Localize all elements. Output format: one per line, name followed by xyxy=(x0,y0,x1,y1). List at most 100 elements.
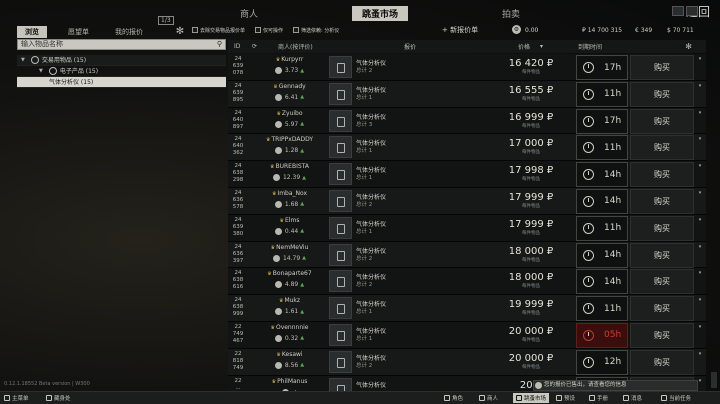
seller-cell[interactable]: ♛Ovennnnie 0.32 ▲ xyxy=(252,322,327,348)
bottom-nav-tasks[interactable]: 当前任务 xyxy=(661,394,691,402)
expand-arrow-icon[interactable]: ▼ xyxy=(39,66,43,77)
seller-cell[interactable]: ♛BUREBISTA 12.39 ▲ xyxy=(252,161,327,187)
seller-rating: 14.79 xyxy=(282,254,301,262)
item-thumbnail[interactable] xyxy=(329,297,352,320)
buy-button[interactable]: 购买 xyxy=(630,108,694,134)
checkbox[interactable] xyxy=(192,27,198,33)
item-thumbnail[interactable] xyxy=(329,163,352,186)
col-id[interactable]: ID xyxy=(234,43,240,50)
tab-traders[interactable]: 商人 xyxy=(230,6,268,21)
settings-gear-icon[interactable]: ✻ xyxy=(174,26,186,38)
row-expand-icon[interactable]: ▾ xyxy=(695,270,705,280)
list-view-icon[interactable] xyxy=(686,6,698,16)
bottom-nav-messages[interactable]: 消息 xyxy=(623,394,642,402)
rating-up-icon: ▲ xyxy=(300,67,305,74)
row-expand-icon[interactable]: ▾ xyxy=(695,351,705,361)
buy-button[interactable]: 购买 xyxy=(630,242,694,268)
seller-cell[interactable]: ♛Zyuibo 5.97 ▲ xyxy=(252,108,327,134)
row-expand-icon[interactable]: ▾ xyxy=(695,83,705,93)
row-expand-icon[interactable]: ▾ xyxy=(695,297,705,307)
search-icon[interactable]: ⚲ xyxy=(217,40,222,49)
bottom-nav-traders[interactable]: 商人 xyxy=(479,394,498,402)
currency-sort-icon[interactable]: ⟳ xyxy=(252,43,257,50)
tree-item-gas-analyzer[interactable]: 气体分析仪 (15) xyxy=(17,77,226,88)
item-thumbnail[interactable] xyxy=(329,323,352,346)
row-expand-icon[interactable]: ▾ xyxy=(695,56,705,66)
bottom-nav-character[interactable]: 角色 xyxy=(444,394,463,402)
price-per-item: 每件物品 xyxy=(522,177,540,183)
bottom-nav-menu[interactable]: 主菜单 xyxy=(4,394,29,402)
rating-icon xyxy=(274,120,282,128)
row-expand-icon[interactable]: ▾ xyxy=(695,217,705,227)
tab-auction[interactable]: 拍卖 xyxy=(492,6,530,21)
buy-button[interactable]: 购买 xyxy=(630,296,694,322)
notification-toast[interactable]: 您的报价已售出，请查看您的信息 xyxy=(533,380,698,391)
row-expand-icon[interactable]: ▾ xyxy=(695,163,705,173)
buy-button[interactable]: 购买 xyxy=(630,269,694,295)
item-thumbnail[interactable] xyxy=(329,82,352,105)
seller-cell[interactable]: ♛Kurpyrr 3.73 ▲ xyxy=(252,54,327,80)
filter-actionable-only[interactable]: 仅可操作 xyxy=(255,27,283,34)
seller-cell[interactable]: ♛Kesawi 8.56 ▲ xyxy=(252,349,327,375)
subtab-browse[interactable]: 浏览 xyxy=(17,26,47,38)
row-expand-icon[interactable]: ▾ xyxy=(695,190,705,200)
seller-cell[interactable]: ♛Imba_Nox 1.68 ▲ xyxy=(252,188,327,214)
seller-name: Kesawi xyxy=(281,350,303,358)
bottom-nav-presets[interactable]: 预设 xyxy=(556,394,575,402)
buy-button[interactable]: 购买 xyxy=(630,322,694,348)
buy-button[interactable]: 购买 xyxy=(630,349,694,375)
item-thumbnail[interactable] xyxy=(329,56,352,78)
buy-button[interactable]: 购买 xyxy=(630,135,694,161)
subtab-my-offers[interactable]: 我的报价 xyxy=(110,26,148,38)
col-price[interactable]: 价格 xyxy=(518,42,530,51)
seller-cell[interactable]: ♛Gennady 6.41 ▲ xyxy=(252,81,327,107)
item-thumbnail[interactable] xyxy=(329,189,352,212)
col-seller[interactable]: 商人(按评价) xyxy=(278,42,313,51)
item-thumbnail[interactable] xyxy=(329,270,352,293)
buy-button[interactable]: 购买 xyxy=(630,162,694,188)
tree-item-electronics[interactable]: ▼ 电子产品 (15) xyxy=(17,66,226,77)
bottom-nav-hideout[interactable]: 藏身处 xyxy=(46,394,71,402)
row-expand-icon[interactable]: ▾ xyxy=(695,136,705,146)
row-expand-icon[interactable]: ▾ xyxy=(695,110,705,120)
row-expand-icon[interactable]: ▾ xyxy=(695,324,705,334)
seller-cell[interactable]: ♛NemMeViu 14.79 ▲ xyxy=(252,242,327,268)
item-thumbnail[interactable] xyxy=(329,216,352,239)
item-thumbnail[interactable] xyxy=(329,109,352,132)
grid-view-icon[interactable] xyxy=(672,6,684,16)
scrollbar[interactable] xyxy=(711,372,717,388)
bottom-nav-flea-market[interactable]: 跳蚤市场 xyxy=(513,393,550,403)
buy-button[interactable]: 购买 xyxy=(630,55,694,80)
price-cell: 18 000 ₽ 每件物品 xyxy=(496,268,566,294)
add-offer-button[interactable]: + 新报价单 xyxy=(442,25,478,35)
expiry-value: 17h xyxy=(604,62,622,73)
row-expand-icon[interactable]: ▾ xyxy=(695,244,705,254)
buy-button[interactable]: 购买 xyxy=(630,188,694,214)
buy-button[interactable]: 购买 xyxy=(630,215,694,241)
item-thumbnail[interactable] xyxy=(329,350,352,373)
subtab-wishlist[interactable]: 愿望单 xyxy=(63,26,94,38)
buy-button[interactable]: 购买 xyxy=(630,81,694,107)
rating-icon xyxy=(274,67,282,74)
filter-dependency[interactable]: 筛选依赖: 分析仪 xyxy=(293,27,339,34)
filter-remove-barter[interactable]: 去除交易物品报价单 xyxy=(192,27,245,34)
rating-icon xyxy=(274,281,282,289)
seller-name: Ovennnnie xyxy=(275,323,309,331)
item-thumbnail[interactable] xyxy=(329,243,352,266)
search-input[interactable]: 输入物品名称 ⚲ xyxy=(17,39,226,50)
tree-item-trade-goods[interactable]: ▼ 交易用物品 (15) xyxy=(17,55,226,66)
bottom-nav-handbook[interactable]: 手册 xyxy=(589,394,608,402)
tab-flea-market[interactable]: 跳蚤市场 xyxy=(351,5,408,21)
seller-cell[interactable]: ♛TRIPPxDADDY 1.28 ▲ xyxy=(252,134,327,160)
col-expiry[interactable]: 到期时间 xyxy=(578,42,602,51)
seller-name: BUREBISTA xyxy=(275,163,309,171)
checkbox[interactable] xyxy=(293,27,300,33)
seller-cell[interactable]: ♛Bonaparte67 4.89 ▲ xyxy=(252,268,327,294)
seller-cell[interactable]: ♛Mukz 1.61 ▲ xyxy=(252,295,327,321)
seller-cell[interactable]: ♛Elms 0.44 ▲ xyxy=(252,215,327,241)
item-thumbnail[interactable] xyxy=(329,136,352,159)
price-value: 18 000 ₽ xyxy=(508,272,554,284)
expand-arrow-icon[interactable]: ▼ xyxy=(21,55,25,66)
table-settings-icon[interactable]: ✻ xyxy=(685,42,692,51)
checkbox[interactable] xyxy=(255,27,262,33)
